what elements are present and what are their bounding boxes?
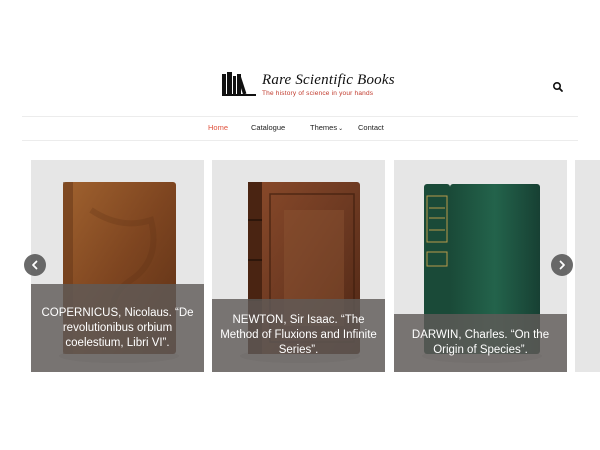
- header-divider: [22, 116, 578, 117]
- site-tagline: The history of science in your hands: [262, 90, 374, 97]
- slide-caption: DARWIN, Charles. “On the Origin of Speci…: [394, 314, 567, 372]
- nav-divider: [22, 140, 578, 141]
- search-button[interactable]: [551, 80, 565, 94]
- nav-item-catalogue[interactable]: Catalogue: [251, 123, 285, 132]
- slide-caption: NEWTON, Sir Isaac. “The Method of Fluxio…: [212, 299, 385, 372]
- nav-item-home[interactable]: Home: [208, 123, 228, 132]
- carousel-slide-copernicus[interactable]: COPERNICUS, Nicolaus. “De revolutionibus…: [31, 160, 204, 372]
- carousel-slide-newton[interactable]: NEWTON, Sir Isaac. “The Method of Fluxio…: [212, 160, 385, 372]
- chevron-right-icon: [559, 260, 565, 270]
- carousel-slide-darwin[interactable]: DARWIN, Charles. “On the Origin of Speci…: [394, 160, 567, 372]
- carousel-slide-partial[interactable]: [575, 160, 600, 372]
- nav-item-themes[interactable]: Themes⌄: [310, 123, 343, 132]
- site-title: Rare Scientific Books: [262, 72, 395, 88]
- books-icon: [222, 72, 256, 96]
- main-nav: Home Catalogue Themes⌄ Contact: [0, 118, 600, 140]
- chevron-left-icon: [32, 260, 38, 270]
- nav-item-contact[interactable]: Contact: [358, 123, 384, 132]
- search-icon: [552, 81, 563, 92]
- chevron-down-icon: ⌄: [338, 126, 344, 132]
- carousel-prev-button[interactable]: [24, 254, 46, 276]
- nav-item-themes-label: Themes: [310, 123, 338, 132]
- site-logo[interactable]: Rare Scientific Books The history of sci…: [222, 72, 395, 97]
- site-header: Rare Scientific Books The history of sci…: [0, 0, 600, 116]
- slide-caption: COPERNICUS, Nicolaus. “De revolutionibus…: [31, 284, 204, 372]
- carousel-next-button[interactable]: [551, 254, 573, 276]
